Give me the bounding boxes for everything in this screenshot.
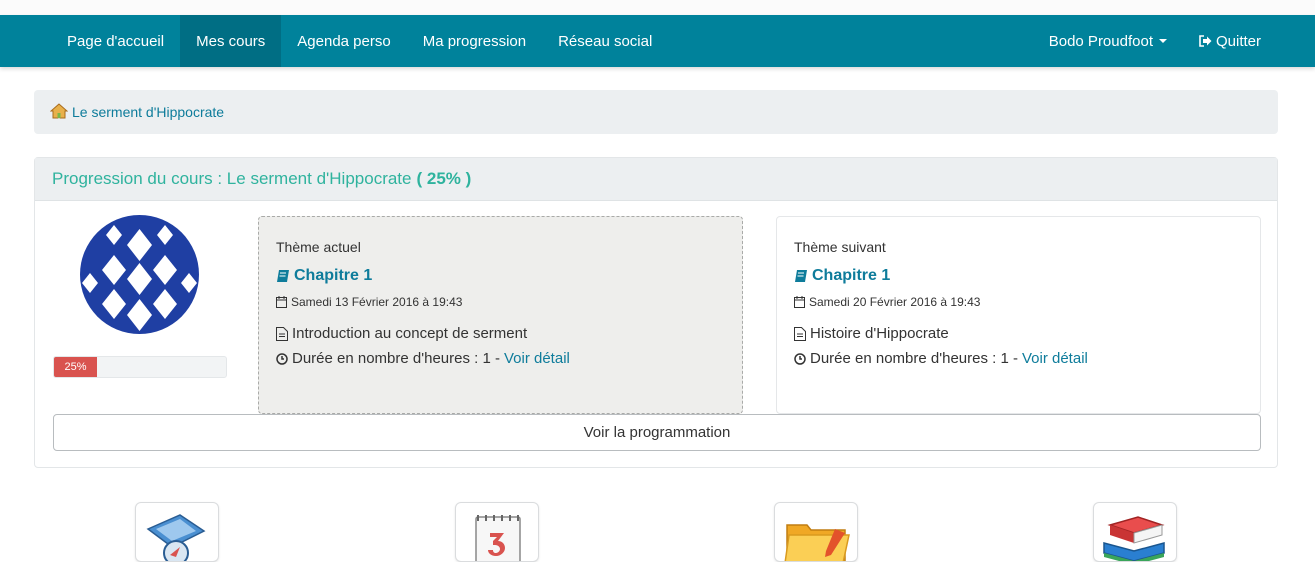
current-detail-link[interactable]: Voir détail [504,350,570,367]
clock-icon [794,352,806,365]
current-theme-label: Thème actuel [276,239,361,255]
next-theme-description: Histoire d'Hippocrate [794,325,1243,342]
next-duration-text: Durée en nombre d'heures : 1 - [810,350,1018,367]
tool-calendar-icon[interactable] [455,502,539,562]
nav-progress[interactable]: Ma progression [407,15,542,67]
tool-folder-icon[interactable] [774,502,858,562]
nav-social[interactable]: Réseau social [542,15,668,67]
nav-my-courses[interactable]: Mes cours [180,15,282,67]
calendar-icon [276,296,287,308]
panel-header: Progression du cours : Le serment d'Hipp… [35,158,1277,201]
navbar: Page d'accueil Mes cours Agenda perso Ma… [0,15,1315,67]
nav-agenda[interactable]: Agenda perso [281,15,406,67]
tool-books-icon[interactable] [1093,502,1177,562]
book-icon [794,269,808,283]
view-program-button[interactable]: Voir la programmation [53,414,1261,451]
progress-fill: 25% [54,357,97,377]
tool-compass-icon[interactable] [135,502,219,562]
book-icon [276,269,290,283]
next-theme-label: Thème suivant [794,239,886,255]
next-date-text: Samedi 20 Février 2016 à 19:43 [809,295,981,309]
next-chapter-title: Chapitre 1 [812,267,891,284]
current-duration-text: Durée en nombre d'heures : 1 - [292,350,500,367]
breadcrumb: Le serment d'Hippocrate [34,90,1278,134]
next-chapter-link[interactable]: Chapitre 1 [794,267,1243,285]
panel-title: Progression du cours : Le serment d'Hipp… [52,169,412,188]
current-theme-description: Introduction au concept de serment [276,325,725,342]
current-chapter-title: Chapitre 1 [294,267,373,284]
top-strip [0,0,1315,15]
nav-right: Bodo Proudfoot Quitter [1033,15,1315,67]
nav-home[interactable]: Page d'accueil [51,15,180,67]
next-description-text: Histoire d'Hippocrate [810,325,949,342]
breadcrumb-course-link[interactable]: Le serment d'Hippocrate [72,104,224,120]
panel-percent: ( 25% ) [416,169,472,188]
calendar-icon [794,296,805,308]
logout-button[interactable]: Quitter [1183,15,1277,67]
current-description-text: Introduction au concept de serment [292,325,528,342]
home-icon [49,102,69,122]
logout-label: Quitter [1215,32,1261,50]
user-name: Bodo Proudfoot [1048,32,1153,50]
next-theme-duration: Durée en nombre d'heures : 1 - Voir déta… [794,350,1243,367]
document-icon [794,326,806,341]
current-date-text: Samedi 13 Février 2016 à 19:43 [291,295,463,309]
user-menu[interactable]: Bodo Proudfoot [1033,15,1183,67]
current-theme-card: Thème actuel Chapitre 1 Samedi 13 Févrie… [258,216,743,414]
next-theme-date: Samedi 20 Février 2016 à 19:43 [794,295,1243,309]
current-theme-date: Samedi 13 Février 2016 à 19:43 [276,295,725,309]
course-progress-bar: 25% [53,356,227,378]
next-theme-card: Thème suivant Chapitre 1 Samedi 20 Févri… [776,216,1261,414]
caret-down-icon [1158,39,1167,43]
course-avatar [80,215,199,334]
course-progress-panel: Progression du cours : Le serment d'Hipp… [34,157,1278,468]
next-detail-link[interactable]: Voir détail [1022,350,1088,367]
sign-out-icon [1199,35,1212,47]
clock-icon [276,352,288,365]
document-icon [276,326,288,341]
current-chapter-link[interactable]: Chapitre 1 [276,267,725,285]
current-theme-duration: Durée en nombre d'heures : 1 - Voir déta… [276,350,725,367]
